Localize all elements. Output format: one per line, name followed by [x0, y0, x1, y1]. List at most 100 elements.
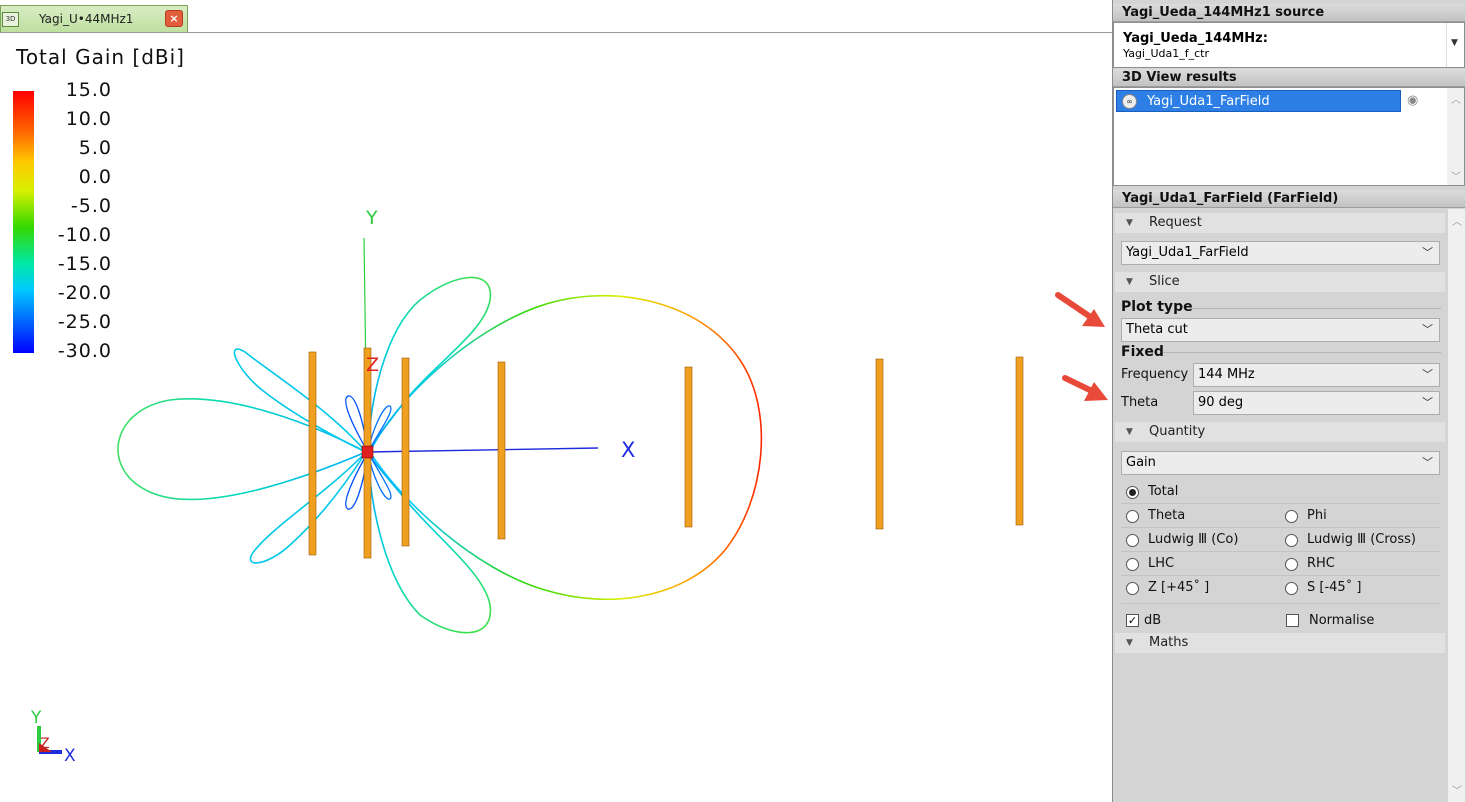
radio-theta-label: Theta — [1148, 508, 1186, 523]
request-section-label: Request — [1149, 215, 1202, 230]
frequency-dropdown[interactable]: 144 MHz ﹀ — [1193, 363, 1440, 387]
triad-x-label: X — [64, 746, 76, 766]
source-subtitle: Yagi_Uda1_f_ctr — [1123, 47, 1210, 60]
chevron-down-icon: ﹀ — [1422, 396, 1433, 409]
radio-theta[interactable] — [1126, 510, 1139, 523]
slice-section-header[interactable]: ▼ Slice — [1115, 272, 1445, 292]
farfield-plot[interactable]: Y X Z Y X Z — [0, 33, 1112, 802]
source-header: Yagi_Ueda_144MHz1 source — [1113, 4, 1465, 22]
antenna-element-director — [875, 358, 884, 530]
radio-s-label: S [-45˚ ] — [1307, 580, 1362, 595]
farfield-icon: ∞ — [1122, 94, 1137, 109]
radio-z[interactable] — [1126, 582, 1139, 595]
x-axis-label: X — [621, 438, 635, 462]
scroll-down-icon[interactable]: ﹀ — [1452, 782, 1462, 797]
radio-total-label: Total — [1148, 484, 1179, 499]
db-checkbox[interactable]: ✓ — [1126, 614, 1139, 627]
normalise-checkbox[interactable] — [1286, 614, 1299, 627]
3d-view-icon: 3D — [2, 12, 19, 27]
properties-scrollbar[interactable]: ︿ ﹀ — [1448, 209, 1465, 802]
radio-phi-label: Phi — [1307, 508, 1327, 523]
radio-phi[interactable] — [1285, 510, 1298, 523]
quantity-section-header[interactable]: ▼ Quantity — [1115, 422, 1445, 442]
back-lobe — [117, 398, 368, 501]
radio-rhc[interactable] — [1285, 558, 1298, 571]
quantity-dropdown[interactable]: Gain ﹀ — [1121, 451, 1440, 475]
plot-type-dropdown[interactable]: Theta cut ﹀ — [1121, 318, 1440, 342]
plot-type-value: Theta cut — [1126, 322, 1188, 337]
quantity-value: Gain — [1126, 455, 1156, 470]
radio-ludwig-co-label: Ludwig Ⅲ (Co) — [1148, 532, 1239, 547]
x-axis-line — [366, 447, 599, 453]
maths-section-header[interactable]: ▼ Maths — [1115, 633, 1445, 653]
antenna-element-director — [497, 361, 506, 540]
radio-ludwig-cross-label: Ludwig Ⅲ (Cross) — [1307, 532, 1417, 547]
slice-section-label: Slice — [1149, 274, 1180, 289]
theta-dropdown[interactable]: 90 deg ﹀ — [1193, 391, 1440, 415]
annotation-arrow-theta — [1062, 375, 1108, 401]
radio-ludwig-co[interactable] — [1126, 534, 1139, 547]
radio-z-label: Z [+45˚ ] — [1148, 580, 1210, 595]
divider — [1121, 551, 1441, 552]
plot-type-label: Plot type — [1121, 299, 1193, 315]
close-tab-icon[interactable]: × — [165, 10, 183, 27]
chevron-down-icon: ﹀ — [1422, 246, 1433, 259]
document-tab-strip: 3D Yagi_U•44MHz1 × — [0, 0, 1112, 33]
divider — [1163, 352, 1441, 353]
results-header: 3D View results — [1113, 69, 1465, 87]
radio-total[interactable] — [1126, 486, 1139, 499]
db-label: dB — [1144, 613, 1162, 628]
theta-label: Theta — [1121, 395, 1159, 410]
upper-side-lobe — [367, 276, 492, 453]
feed-port-marker — [361, 445, 374, 459]
request-section-header[interactable]: ▼ Request — [1115, 213, 1445, 233]
results-scrollbar[interactable]: ︿ ﹀ — [1447, 88, 1464, 185]
frequency-label: Frequency — [1121, 367, 1189, 382]
visibility-eye-icon[interactable]: ◉ — [1407, 93, 1418, 108]
lower-side-lobe — [367, 451, 492, 634]
maths-section-label: Maths — [1149, 635, 1189, 650]
chevron-down-icon: ﹀ — [1422, 323, 1433, 336]
results-list[interactable]: ∞ Yagi_Uda1_FarField ◉ ︿ ﹀ — [1113, 87, 1465, 186]
divider — [1191, 308, 1441, 309]
antenna-element-director — [684, 366, 693, 528]
source-dropdown-button[interactable]: ▼ — [1446, 23, 1464, 67]
3d-viewport[interactable]: 3D Yagi_U•44MHz1 × Total Gain [dBi] 15.0… — [0, 0, 1112, 802]
normalise-label: Normalise — [1309, 613, 1375, 628]
request-dropdown[interactable]: Yagi_Uda1_FarField ﹀ — [1121, 241, 1440, 265]
chevron-down-icon: ▼ — [1451, 38, 1458, 48]
triad-z-label: Z — [40, 736, 50, 752]
result-item[interactable]: ∞ Yagi_Uda1_FarField — [1116, 90, 1401, 112]
fixed-label: Fixed — [1121, 344, 1164, 360]
radio-s[interactable] — [1285, 582, 1298, 595]
collapse-triangle-icon: ▼ — [1126, 277, 1133, 287]
divider — [1121, 527, 1441, 528]
lower-left-lobe — [249, 451, 367, 564]
divider — [1121, 503, 1441, 504]
theta-value: 90 deg — [1198, 395, 1244, 410]
main-lobe — [369, 295, 763, 600]
z-axis-label: Z — [366, 354, 379, 376]
source-selector[interactable]: Yagi_Ueda_144MHz: Yagi_Uda1_f_ctr ▼ — [1113, 22, 1465, 68]
quantity-section-label: Quantity — [1149, 424, 1206, 439]
scroll-up-icon[interactable]: ︿ — [1451, 91, 1461, 106]
orientation-triad: Y X Z — [30, 708, 76, 766]
request-value: Yagi_Uda1_FarField — [1126, 245, 1249, 260]
scroll-down-icon[interactable]: ﹀ — [1451, 168, 1461, 183]
antenna-element-reflector — [308, 351, 317, 556]
collapse-triangle-icon: ▼ — [1126, 638, 1133, 648]
divider — [1121, 603, 1441, 604]
frequency-value: 144 MHz — [1198, 367, 1255, 382]
collapse-triangle-icon: ▼ — [1126, 218, 1133, 228]
antenna-element-director — [401, 357, 410, 547]
triad-y-label: Y — [30, 708, 42, 728]
radio-rhc-label: RHC — [1307, 556, 1335, 571]
radio-lhc[interactable] — [1126, 558, 1139, 571]
farfield-properties: ▼ Request Yagi_Uda1_FarField ﹀ ▼ Slice P… — [1113, 209, 1465, 802]
chevron-down-icon: ﹀ — [1422, 456, 1433, 469]
result-item-label: Yagi_Uda1_FarField — [1147, 94, 1270, 109]
document-tab[interactable]: 3D Yagi_U•44MHz1 × — [0, 5, 188, 32]
radio-lhc-label: LHC — [1148, 556, 1175, 571]
scroll-up-icon[interactable]: ︿ — [1452, 213, 1462, 228]
radio-ludwig-cross[interactable] — [1285, 534, 1298, 547]
